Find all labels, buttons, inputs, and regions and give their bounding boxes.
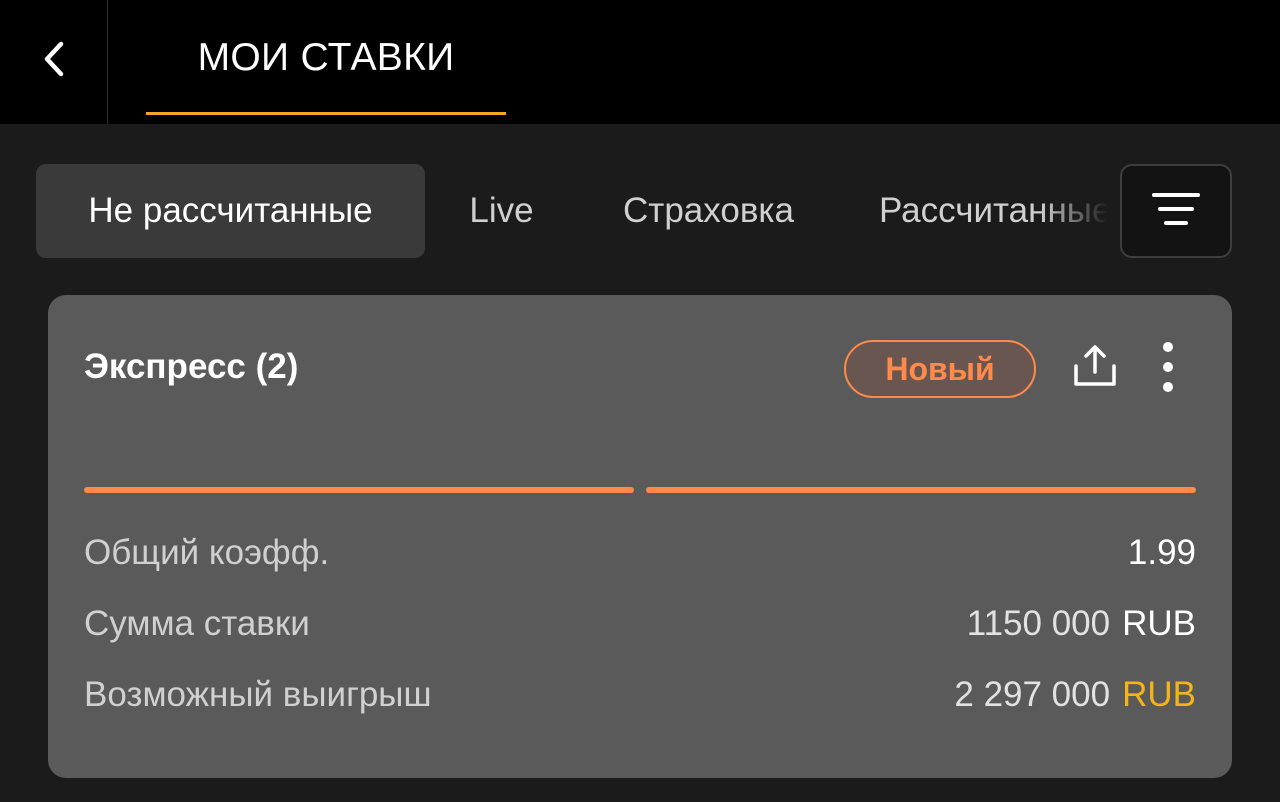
tab-unsettled[interactable]: Не рассчитанные: [36, 164, 425, 258]
tab-insurance[interactable]: Страховка: [578, 164, 839, 258]
more-vertical-icon: [1161, 341, 1175, 398]
stake-label: Сумма ставки: [84, 604, 310, 643]
filter-button[interactable]: [1120, 164, 1232, 258]
tab-settled[interactable]: Рассчитанные: [839, 164, 1118, 258]
bet-type-title: Экспресс (2): [84, 347, 299, 386]
filter-lines-icon: [1150, 189, 1202, 234]
stake-currency: RUB: [1122, 604, 1196, 643]
possible-win-currency: RUB: [1122, 675, 1196, 714]
possible-win-label: Возможный выигрыш: [84, 675, 432, 714]
bet-card[interactable]: Экспресс (2) Новый Общий коэфф. 1.99 Сум…: [48, 295, 1232, 778]
possible-win-value: 2 297 000: [954, 675, 1111, 714]
more-options-button[interactable]: [1148, 341, 1188, 397]
stake-value: 1150 000: [966, 604, 1111, 643]
chevron-left-icon: [39, 41, 69, 84]
tabs-scroll-area[interactable]: Не рассчитанные Live Страховка Рассчитан…: [36, 164, 1118, 258]
stake-row: Сумма ставки 1150 000 RUB: [84, 604, 1196, 654]
page-title[interactable]: МОИ СТАВКИ: [146, 0, 506, 124]
total-odds-row: Общий коэфф. 1.99: [84, 533, 1196, 583]
back-button[interactable]: [0, 0, 108, 124]
total-odds-value: 1.99: [1127, 533, 1196, 572]
status-badge: Новый: [844, 340, 1036, 398]
bet-progress-segment: [84, 487, 634, 493]
top-bar: МОИ СТАВКИ: [0, 0, 1280, 124]
title-active-indicator: [146, 112, 506, 115]
total-odds-label: Общий коэфф.: [84, 533, 330, 572]
share-upload-icon: [1072, 344, 1118, 393]
tab-live[interactable]: Live: [425, 164, 578, 258]
possible-win-row: Возможный выигрыш 2 297 000 RUB: [84, 675, 1196, 725]
bet-progress-segment: [646, 487, 1196, 493]
share-button[interactable]: [1070, 344, 1120, 393]
